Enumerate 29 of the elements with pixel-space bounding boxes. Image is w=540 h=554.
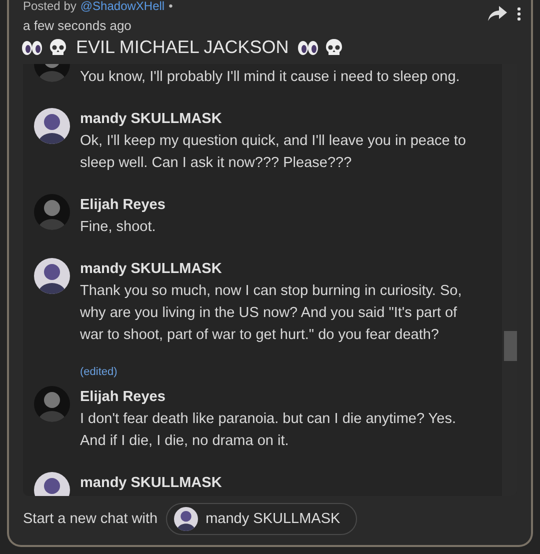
new-chat-label: Start a new chat with bbox=[23, 511, 158, 527]
skull-icon bbox=[324, 38, 344, 58]
skull-icon bbox=[48, 38, 68, 58]
message-text: Ok, I'll keep my question quick, and I'll leave you in peace to sleep well. Can I ask it now??? Please??? bbox=[80, 132, 467, 173]
sender-name: mandy SKULLMASK bbox=[80, 110, 223, 129]
share-icon[interactable] bbox=[488, 6, 507, 21]
eyes-icon bbox=[296, 40, 319, 56]
post-time: a few seconds ago bbox=[23, 18, 132, 33]
eyes-icon bbox=[21, 40, 43, 56]
avatar bbox=[34, 108, 70, 144]
author-link[interactable]: @ShadowXHell bbox=[80, 0, 165, 13]
posted-by-label: Posted by bbox=[23, 0, 76, 13]
message-text: I don't fear death like paranoia. but can I die anytime? Yes. And if I die, I die, no drama on it. bbox=[80, 410, 457, 451]
avatar bbox=[174, 507, 198, 531]
user-chip-button[interactable]: mandy SKULLMASK bbox=[166, 503, 358, 535]
post-title: EVIL MICHAEL JACKSON bbox=[76, 37, 289, 58]
avatar bbox=[34, 258, 70, 294]
sender-name: Elijah Reyes bbox=[80, 196, 166, 215]
message-text: Fine, shoot. bbox=[80, 218, 157, 237]
sender-name: mandy SKULLMASK bbox=[80, 260, 223, 279]
separator-dot: • bbox=[168, 0, 173, 13]
sender-name: mandy SKULLMASK bbox=[80, 474, 223, 493]
avatar bbox=[34, 386, 70, 422]
avatar bbox=[34, 194, 70, 230]
edited-label: (edited) bbox=[80, 366, 118, 378]
message-text: Thank you so much, now I can stop burning in curiosity. So, why are you living in the US now? And you said "It's part of war to shoot, part of war to get hurt." do you fear death? bbox=[80, 282, 463, 345]
sender-name: Elijah Reyes bbox=[80, 388, 166, 407]
more-options-icon[interactable] bbox=[517, 6, 521, 20]
message-text: You know, I'll probably I'll mind it cause i need to sleep ong. bbox=[80, 68, 461, 87]
